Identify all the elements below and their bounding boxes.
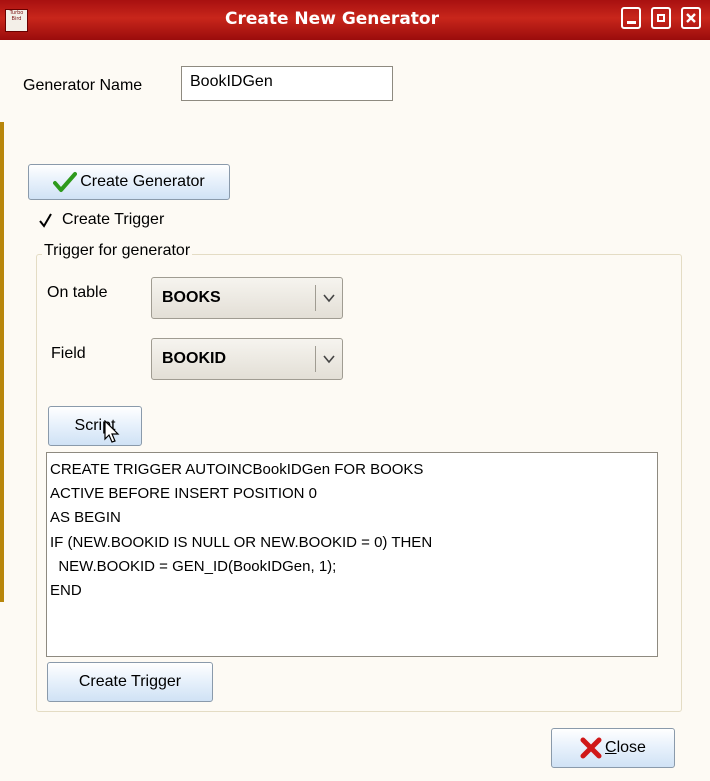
check-tick-icon [39, 213, 52, 228]
generator-name-label: Generator Name [23, 77, 143, 94]
table-select[interactable]: BOOKS [151, 277, 343, 319]
combo-separator [315, 285, 316, 311]
field-select-value: BOOKID [162, 350, 226, 367]
mouse-cursor-icon [104, 420, 120, 443]
close-x-icon [580, 737, 602, 759]
field-select[interactable]: BOOKID [151, 338, 343, 380]
generator-name-input[interactable]: BookIDGen [181, 66, 393, 101]
close-button[interactable]: Close [551, 728, 675, 768]
checkmark-icon [53, 172, 78, 192]
close-icon [686, 13, 696, 23]
chevron-down-icon [323, 294, 335, 303]
title-bar[interactable]: Turbo Bird Create New Generator [0, 0, 710, 40]
window-edge [0, 122, 4, 602]
trigger-group-title: Trigger for generator [42, 242, 193, 260]
window-title: Create New Generator [225, 9, 439, 29]
on-table-label: On table [47, 284, 108, 301]
close-window-button[interactable] [681, 7, 701, 29]
minimize-icon [626, 20, 636, 24]
minimize-button[interactable] [621, 7, 641, 29]
generator-name-value: BookIDGen [190, 73, 273, 90]
create-trigger-checkbox[interactable] [38, 213, 53, 228]
combo-separator [315, 346, 316, 372]
chevron-down-icon [323, 355, 335, 364]
create-trigger-button-label: Create Trigger [78, 673, 182, 690]
field-label: Field [51, 345, 86, 362]
close-button-label: Close [605, 739, 646, 756]
create-trigger-button[interactable]: Create Trigger [47, 662, 213, 702]
create-generator-label: Create Generator [80, 173, 205, 190]
create-trigger-checkbox-label[interactable]: Create Trigger [62, 211, 164, 229]
trigger-script-textarea[interactable]: CREATE TRIGGER AUTOINCBookIDGen FOR BOOK… [46, 452, 658, 657]
table-select-value: BOOKS [162, 289, 221, 306]
create-generator-button[interactable]: Create Generator [28, 164, 230, 200]
script-button[interactable]: Script [48, 406, 142, 446]
maximize-icon [657, 14, 665, 22]
maximize-button[interactable] [651, 7, 671, 29]
create-generator-window: Turbo Bird Create New Generator Generato… [0, 0, 710, 781]
